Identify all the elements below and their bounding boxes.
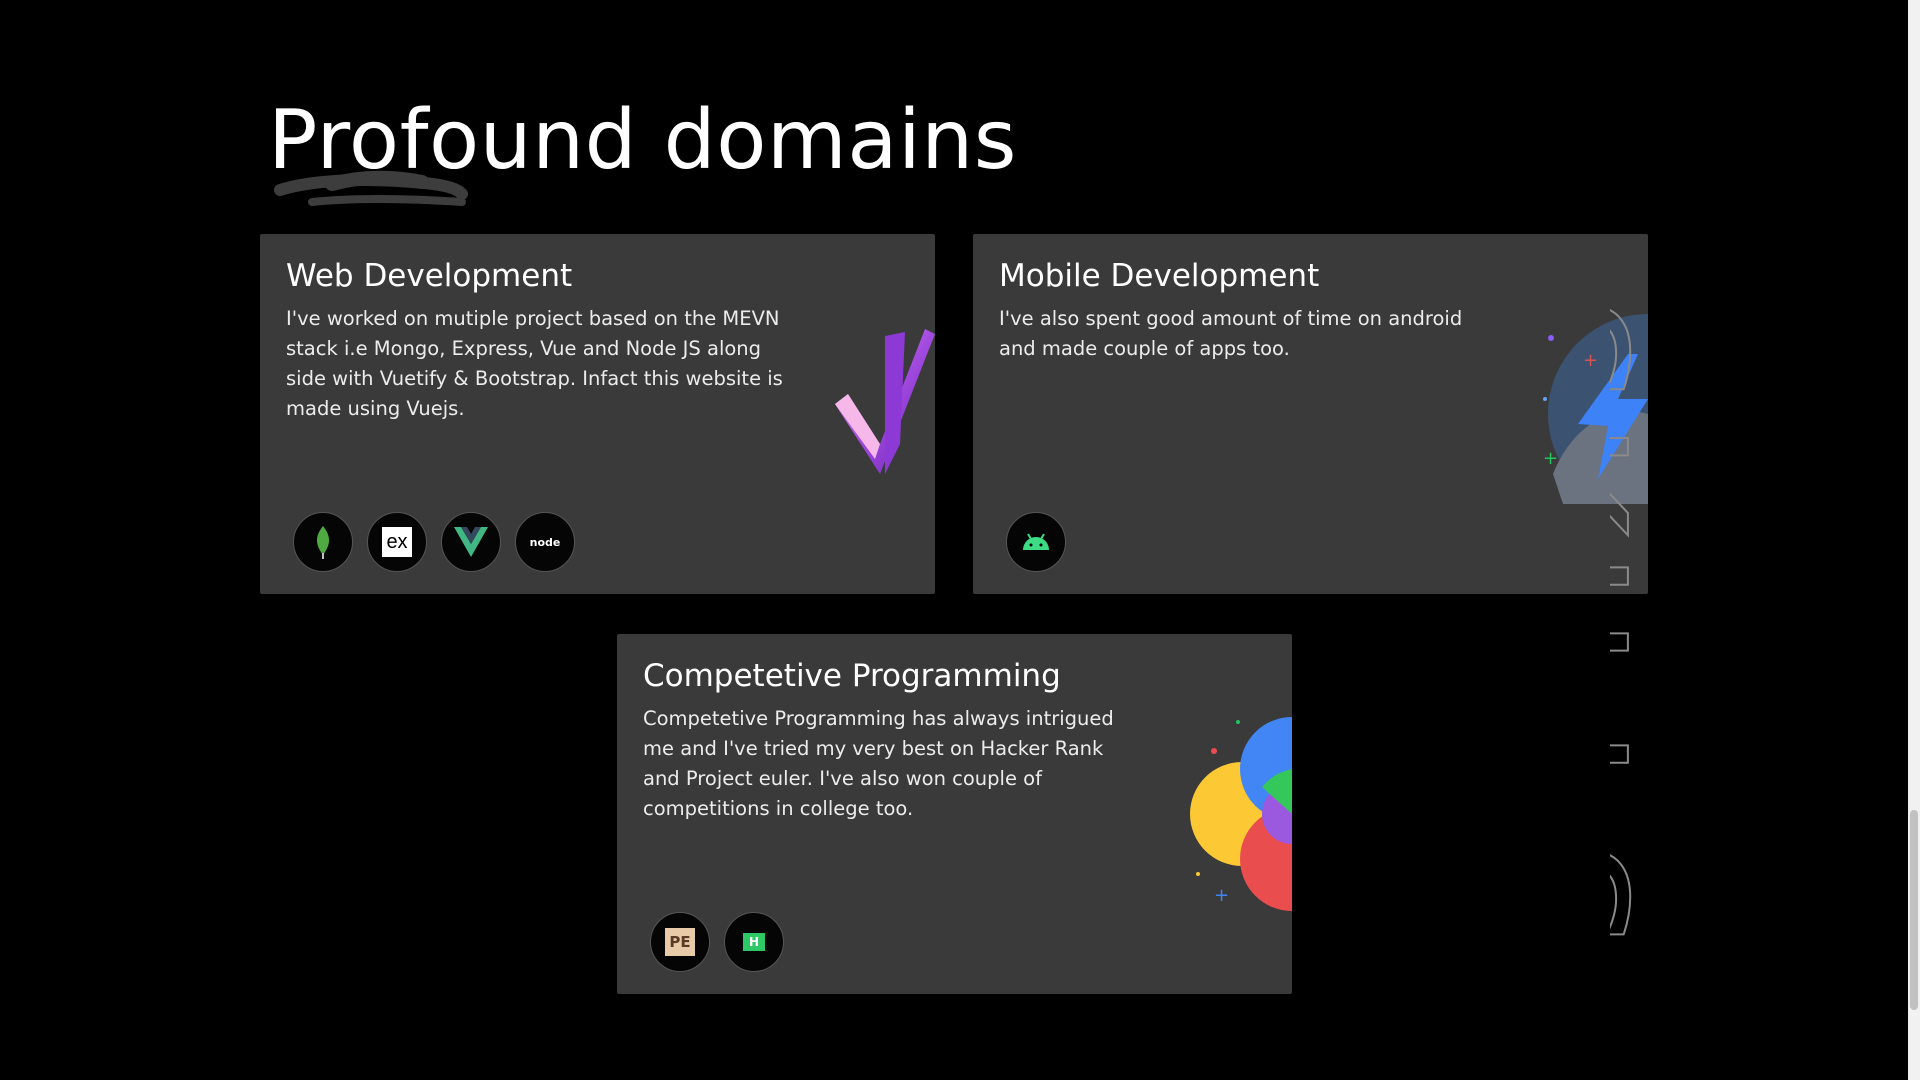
card-title: Competetive Programming bbox=[643, 658, 1061, 694]
svg-text:+: + bbox=[1583, 350, 1598, 371]
vue-3d-logo-icon bbox=[835, 329, 935, 474]
card-mobile-development: Mobile Development I've also spent good … bbox=[973, 234, 1648, 594]
card-description: I've worked on mutiple project based on … bbox=[286, 307, 783, 420]
skills-side-label: SKILLS bbox=[1610, 295, 1664, 967]
svg-text:+: + bbox=[1214, 885, 1229, 906]
tech-icons: ex node bbox=[293, 512, 575, 572]
skills-text: SKILLS bbox=[1610, 295, 1663, 966]
express-logo-text: ex bbox=[382, 527, 412, 557]
card-title: Web Development bbox=[286, 258, 573, 294]
card-title: Mobile Development bbox=[999, 258, 1320, 294]
project-euler-logo-text: PE bbox=[665, 928, 695, 956]
page: Profound domains Web Development I've wo… bbox=[0, 0, 1920, 1080]
card-competitive-programming: Competetive Programming Competetive Prog… bbox=[617, 634, 1292, 994]
hackerrank-icon[interactable]: H bbox=[724, 912, 784, 972]
hackerrank-logo-text: H bbox=[743, 933, 765, 951]
express-icon[interactable]: ex bbox=[367, 512, 427, 572]
circles-illustration-icon: + bbox=[1190, 717, 1292, 911]
android-icon[interactable] bbox=[1006, 512, 1066, 572]
node-logo-text: node bbox=[529, 535, 561, 549]
card-description: I've also spent good amount of time on a… bbox=[999, 307, 1463, 360]
scrollbar-thumb[interactable] bbox=[1910, 810, 1918, 1010]
tech-icons bbox=[1006, 512, 1066, 572]
page-scrollbar[interactable] bbox=[1908, 0, 1920, 1080]
card-web-development: Web Development I've worked on mutiple p… bbox=[260, 234, 935, 594]
vue-icon[interactable] bbox=[441, 512, 501, 572]
svg-text:+: + bbox=[1543, 448, 1558, 469]
node-icon[interactable]: node bbox=[515, 512, 575, 572]
brush-underline bbox=[274, 170, 468, 206]
mongodb-icon[interactable] bbox=[293, 512, 353, 572]
project-euler-icon[interactable]: PE bbox=[650, 912, 710, 972]
tech-icons: PE H bbox=[650, 912, 784, 972]
card-description: Competetive Programming has always intri… bbox=[643, 707, 1114, 820]
